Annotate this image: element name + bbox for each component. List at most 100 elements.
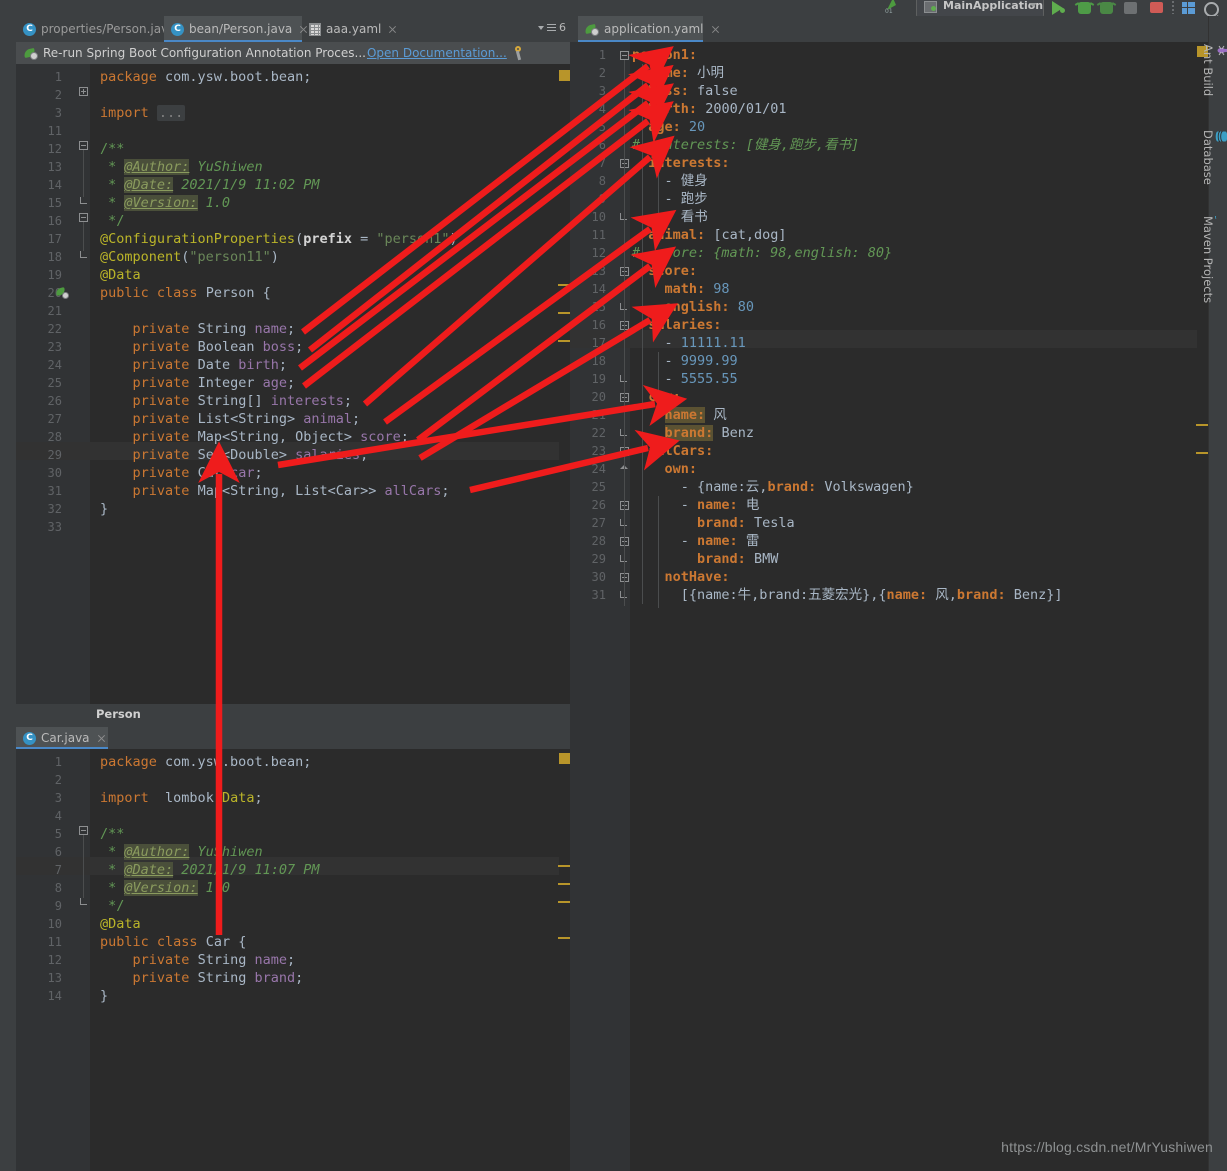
tool-button-maven-projects[interactable]: m Maven Projects [1201,212,1227,303]
code-line[interactable]: - 看书 [632,208,708,226]
code-line[interactable]: brand: Benz [632,424,754,442]
code-line[interactable]: @ConfigurationProperties(prefix = "perso… [100,230,458,248]
code-line[interactable]: - 跑步 [632,190,708,208]
code-line[interactable]: - name: 雷 [632,532,760,550]
tab-properties-person-java[interactable]: C properties/Person.java [16,16,176,42]
coverage-icon[interactable] [1100,2,1113,14]
code-line[interactable]: private String name; [100,951,296,969]
code-line[interactable]: math: 98 [632,280,730,298]
code-line[interactable]: @Component("person11") [100,248,279,266]
code-line[interactable]: private Boolean boss; [100,338,304,356]
editor-marker-rail[interactable] [559,64,570,704]
code-line[interactable]: - name: 电 [632,496,760,514]
code-line[interactable]: notHave: [632,568,730,586]
tab-overflow-control[interactable]: 6 [538,21,566,34]
code-line[interactable]: name: 风 [632,406,727,424]
code-line[interactable]: - 9999.99 [632,352,738,370]
fold-minus-icon[interactable] [79,213,88,222]
tab-bean-person-java[interactable]: C bean/Person.java [164,16,302,42]
stop-icon[interactable] [1150,2,1163,13]
fold-plus-icon[interactable] [79,87,88,96]
code-line[interactable]: salaries: [632,316,721,334]
code-line[interactable]: - 11111.11 [632,334,746,352]
code-line[interactable]: /** [100,825,124,843]
code-line[interactable]: birth: 2000/01/01 [632,100,786,118]
code-line[interactable]: */ [100,212,124,230]
code-line[interactable]: allCars: [632,442,713,460]
code-line[interactable]: - {name:云,brand: Volkswagen} [632,478,914,496]
application-yaml-editor[interactable]: 1 2 3 4 5 6 7 8 9 10 11 12 13 14 15 16 17 18 19 20 21 22 23 24 2… [570,42,1208,1171]
code-line[interactable]: /** [100,140,124,158]
code-line[interactable]: brand: Tesla [632,514,795,532]
code-line[interactable]: private Set<Double> salaries; [100,446,369,464]
open-documentation-link[interactable]: Open Documentation... [367,46,507,60]
code-line[interactable]: brand: BMW [632,550,778,568]
code-line[interactable]: [{name:牛,brand:五菱宏光},{name: 风,brand: Ben… [632,586,1063,604]
layout-icon[interactable] [1182,2,1196,14]
code-line[interactable]: private Car car; [100,464,263,482]
code-line[interactable]: * @Version: 1.0 [100,879,230,897]
close-icon[interactable] [388,25,397,34]
code-line[interactable]: boss: false [632,82,737,100]
code-line[interactable]: - 5555.55 [632,370,738,388]
code-line[interactable]: private String name; [100,320,296,338]
warning-marker[interactable] [559,753,570,764]
code-line[interactable]: private Map<String, List<Car>> allCars; [100,482,450,500]
fold-minus-icon[interactable] [79,826,88,835]
search-everywhere-icon[interactable] [1204,2,1219,17]
breadcrumb[interactable]: Person [16,704,570,723]
code-line[interactable]: * @Author: YuShiwen [100,843,263,861]
wrench-icon[interactable] [513,46,527,60]
code-line[interactable]: private String brand; [100,969,304,987]
warning-marker[interactable] [559,70,570,81]
tool-button-ant-build[interactable]: Ant Build [1201,40,1227,96]
code-line[interactable]: private List<String> animal; [100,410,361,428]
close-icon[interactable] [97,734,106,743]
tab-aaa-yaml[interactable]: aaa.yaml [302,16,412,42]
code-line[interactable]: private Integer age; [100,374,296,392]
code-line[interactable]: - 健身 [632,172,708,190]
code-line[interactable]: public class Person { [100,284,271,302]
fold-minus-icon[interactable] [620,51,629,60]
fold-minus-icon[interactable] [79,141,88,150]
code-line[interactable]: name: 小明 [632,64,724,82]
tool-button-database[interactable]: Database [1201,126,1227,185]
code-line[interactable]: # score: {math: 98,english: 80} [632,244,892,262]
code-line[interactable]: private Date birth; [100,356,287,374]
code-line[interactable]: animal: [cat,dog] [632,226,786,244]
code-line[interactable]: car: [632,388,681,406]
code-line[interactable]: } [100,500,108,518]
code-line[interactable]: package com.ysw.boot.bean; [100,753,311,771]
fold-end-icon[interactable] [80,197,87,204]
code-line[interactable]: import lombok.Data; [100,789,263,807]
code-line[interactable]: person1: [632,46,697,64]
person-java-editor[interactable]: 1 2 3 11 12 13 14 15 16 17 18 19 20 21 22 23 24 25 26 27 28 2… [16,64,570,704]
code-line[interactable]: } [100,987,108,1005]
spring-bean-gutter-icon[interactable] [55,287,69,299]
code-line[interactable]: * @Author: YuShiwen [100,158,263,176]
code-line[interactable]: @Data [100,266,141,284]
code-line[interactable]: private Map<String, Object> score; [100,428,409,446]
code-line[interactable]: @Data [100,915,141,933]
chevron-down-icon[interactable] [1029,3,1037,7]
code-line[interactable]: public class Car { [100,933,246,951]
code-line[interactable]: english: 80 [632,298,754,316]
breadcrumb-label[interactable]: Person [96,707,141,721]
code-line[interactable]: package com.ysw.boot.bean; [100,68,311,86]
fold-end-icon[interactable] [80,898,87,905]
editor-marker-rail[interactable] [559,749,570,1171]
car-java-editor[interactable]: 1 2 3 4 5 6 7 8 9 10 11 12 13 14 package com.ysw.boot… [16,749,570,1171]
code-line[interactable]: private String[] interests; [100,392,353,410]
code-line[interactable]: * @Date: 2021/1/9 11:02 PM [100,176,319,194]
editor-marker-rail[interactable] [1197,42,1208,1171]
close-icon[interactable] [711,25,720,34]
code-line[interactable]: */ [100,897,124,915]
profile-icon[interactable] [1124,2,1137,14]
tab-application-yaml[interactable]: application.yaml [578,16,704,42]
code-line[interactable]: # interests: [健身,跑步,看书] [632,136,859,154]
tab-car-java[interactable]: C Car.java [16,727,108,749]
code-line[interactable]: interests: [632,154,729,172]
fold-end-icon[interactable] [80,251,87,258]
code-line[interactable]: * @Version: 1.0 [100,194,230,212]
code-line[interactable]: import ... [100,104,186,122]
